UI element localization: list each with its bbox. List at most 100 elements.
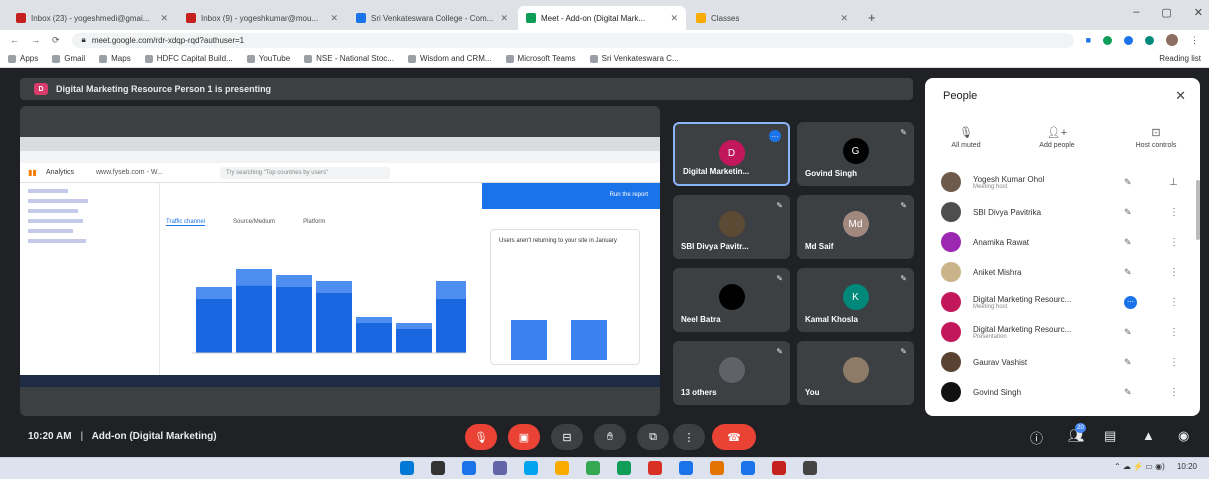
back-icon[interactable]: ← xyxy=(10,35,19,45)
widgets-icon[interactable] xyxy=(524,461,538,475)
mail-icon[interactable] xyxy=(679,461,693,475)
start-icon[interactable] xyxy=(400,461,414,475)
camera-toggle-button[interactable]: ▣ xyxy=(508,424,540,450)
participant-tile[interactable]: You ✎ xyxy=(797,341,914,405)
extension-dot-1[interactable] xyxy=(1103,35,1112,45)
run-report-button[interactable]: Run the report xyxy=(610,192,648,198)
bookmark-item[interactable]: Wisdom and CRM... xyxy=(407,54,492,63)
extension-dot-2[interactable] xyxy=(1124,35,1133,45)
reload-icon[interactable]: ⟳ xyxy=(52,35,60,46)
browser-tab[interactable]: Classes ✕ xyxy=(688,6,856,30)
participant-list-item[interactable]: Aniket Mishra ✎ ⋮ xyxy=(941,260,1191,284)
teams-icon[interactable] xyxy=(493,461,507,475)
participant-list-item[interactable]: Govind Singh ✎ ⋮ xyxy=(941,380,1191,404)
chat-icon[interactable]: ▤ xyxy=(1104,428,1116,444)
leave-call-button[interactable]: ☎︎ xyxy=(712,424,756,450)
office-icon[interactable] xyxy=(772,461,786,475)
close-icon[interactable]: ✕ xyxy=(1175,88,1186,104)
more-options-icon[interactable]: ⋮ xyxy=(1169,237,1179,248)
participant-tile[interactable]: SBI Divya Pavitr... ✎ xyxy=(673,195,790,259)
mic-off-icon[interactable]: ✎ xyxy=(1124,387,1132,398)
edge-icon[interactable] xyxy=(648,461,662,475)
participant-tile[interactable]: K Kamal Khosla ✎ xyxy=(797,268,914,332)
more-options-icon[interactable]: ⋮ xyxy=(1169,267,1179,278)
activities-icon[interactable]: ▲ xyxy=(1142,428,1155,443)
bookmark-item[interactable]: NSE - National Stoc... xyxy=(304,54,394,63)
participant-tile[interactable]: Neel Batra ✎ xyxy=(673,268,790,332)
forward-icon[interactable]: → xyxy=(31,35,40,45)
participant-list-item[interactable]: Digital Marketing Resourc... Meeting host… xyxy=(941,290,1191,314)
tab-close-icon[interactable]: ✕ xyxy=(330,13,338,24)
participant-list-item[interactable]: SBI Divya Pavitrika ✎ ⋮ xyxy=(941,200,1191,224)
bookmark-item[interactable]: HDFC Capital Build... xyxy=(144,54,233,63)
mic-off-icon[interactable]: ✎ xyxy=(1124,207,1132,218)
taskview-icon[interactable] xyxy=(462,461,476,475)
mic-toggle-button[interactable]: 🎙︎ xyxy=(465,424,497,450)
store-icon[interactable] xyxy=(586,461,600,475)
new-tab-button[interactable]: + xyxy=(868,10,876,25)
present-button[interactable]: ⧉ xyxy=(637,424,669,450)
more-options-icon[interactable]: ⋮ xyxy=(1169,297,1179,308)
participant-list-item[interactable]: Anamika Rawat ✎ ⋮ xyxy=(941,230,1191,254)
report-tab[interactable]: Source/Medium xyxy=(233,219,275,226)
report-tab[interactable]: Platform xyxy=(303,219,325,226)
captions-button[interactable]: ⊟ xyxy=(551,424,583,450)
pin-icon[interactable]: ⊥ xyxy=(1169,177,1178,188)
mic-off-icon[interactable]: ✎ xyxy=(1124,177,1132,188)
host-lock-icon[interactable]: ◉ xyxy=(1178,428,1189,444)
profile-avatar[interactable] xyxy=(1166,34,1178,46)
mic-off-icon[interactable]: ✎ xyxy=(1124,357,1132,368)
more-options-icon[interactable]: ⋮ xyxy=(1169,357,1179,368)
close-icon[interactable]: ✕ xyxy=(1194,6,1203,19)
speaking-icon[interactable]: ⋯ xyxy=(1124,295,1137,309)
info-icon[interactable]: ⓘ xyxy=(1030,428,1043,447)
more-options-icon[interactable]: ⋮ xyxy=(1169,387,1179,398)
more-options-icon[interactable]: ⋮ xyxy=(1169,327,1179,338)
extension-dot-3[interactable] xyxy=(1145,35,1154,45)
bookmark-item[interactable]: YouTube xyxy=(246,54,290,63)
report-tab[interactable]: Traffic channel xyxy=(166,219,206,226)
tab-close-icon[interactable]: ✕ xyxy=(500,13,508,24)
settings-icon[interactable] xyxy=(803,461,817,475)
browser-tab[interactable]: Inbox (9) - yogeshkumar@mou... ✕ xyxy=(178,6,346,30)
bookmark-item[interactable]: Maps xyxy=(99,54,131,63)
analytics-search[interactable]: Try searching "Top countries by users" xyxy=(220,167,390,179)
mute-all-button[interactable]: 🎙︎ All muted xyxy=(931,126,1001,149)
bookmark-item[interactable]: Microsoft Teams xyxy=(505,54,576,63)
participant-tile[interactable]: Md Md Saif ✎ xyxy=(797,195,914,259)
mic-off-icon[interactable]: ✎ xyxy=(1124,267,1132,278)
chrome-icon[interactable] xyxy=(617,461,631,475)
tab-close-icon[interactable]: ✕ xyxy=(840,13,848,24)
menu-icon[interactable]: ⋮ xyxy=(1190,35,1199,46)
word-icon[interactable] xyxy=(741,461,755,475)
mic-off-icon[interactable]: ✎ xyxy=(1124,327,1132,338)
host-controls-button[interactable]: ⊡ Host controls xyxy=(1121,126,1191,149)
reading-list[interactable]: Reading list xyxy=(1159,54,1201,63)
participant-list-item[interactable]: Digital Marketing Resourc... Presentation… xyxy=(941,320,1191,344)
explorer-icon[interactable] xyxy=(555,461,569,475)
maximize-icon[interactable]: ▢ xyxy=(1161,6,1171,19)
more-options-button[interactable]: ⋮ xyxy=(673,424,705,450)
bookmark-item[interactable]: Sri Venkateswara C... xyxy=(589,54,679,63)
bookmark-item[interactable]: Apps xyxy=(8,54,38,63)
browser-tab[interactable]: Meet - Add-on (Digital Mark... ✕ xyxy=(518,6,686,30)
participant-tile[interactable]: D Digital Marketin... ⋯ xyxy=(673,122,790,186)
url-field[interactable]: 🔒︎ meet.google.com/rdr-xdqp-rqd?authuser… xyxy=(71,32,1074,48)
minimize-icon[interactable]: – xyxy=(1133,6,1139,19)
search-icon[interactable] xyxy=(431,461,445,475)
participant-tile[interactable]: G Govind Singh ✎ xyxy=(797,122,914,186)
tab-close-icon[interactable]: ✕ xyxy=(160,13,168,24)
bookmark-item[interactable]: Gmail xyxy=(52,54,85,63)
add-people-button[interactable]: 👤︎+ Add people xyxy=(1022,126,1092,149)
participant-list-item[interactable]: Gaurav Vashist ✎ ⋮ xyxy=(941,350,1191,374)
participant-list-item[interactable]: Yogesh Kumar Ohol Meeting host ✎ ⊥ xyxy=(941,170,1191,194)
browser-tab[interactable]: Inbox (23) - yogeshmedi@gmai... ✕ xyxy=(8,6,176,30)
people-scrollbar[interactable] xyxy=(1196,180,1200,240)
camera-icon[interactable]: ■ xyxy=(1086,35,1091,45)
tab-close-icon[interactable]: ✕ xyxy=(670,13,678,24)
browser-tab[interactable]: Sri Venkateswara College - Com... ✕ xyxy=(348,6,516,30)
raise-hand-button[interactable]: ✋︎ xyxy=(594,424,626,450)
participant-tile[interactable]: 13 others ✎ xyxy=(673,341,790,405)
mic-off-icon[interactable]: ✎ xyxy=(1124,237,1132,248)
app-icon[interactable] xyxy=(710,461,724,475)
